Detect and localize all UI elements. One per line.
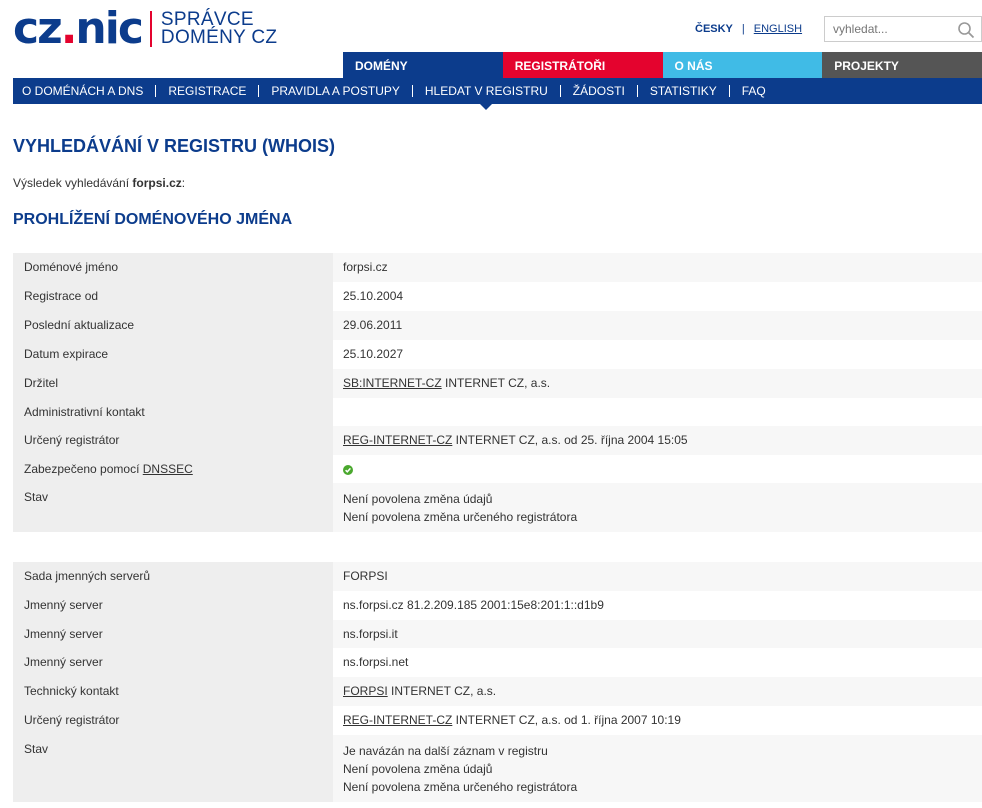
row-label: Jmenný server xyxy=(13,620,333,648)
row-value: ns.forpsi.cz 81.2.209.185 2001:15e8:201:… xyxy=(333,591,982,620)
row-label: Stav xyxy=(13,483,333,532)
logo-text: SPRÁVCE DOMÉNY CZ xyxy=(160,9,278,48)
table-row: Určený registrátor REG-INTERNET-CZ INTER… xyxy=(13,426,982,455)
tech-contact-link[interactable]: FORPSI xyxy=(343,684,388,698)
table-row: Držitel SB:INTERNET-CZ INTERNET CZ, a.s. xyxy=(13,369,982,398)
table-row: Registrace od 25.10.2004 xyxy=(13,282,982,311)
row-value: 25.10.2027 xyxy=(333,340,982,369)
table-row: Stav Je navázán na další záznam v regist… xyxy=(13,735,982,802)
row-value: FORPSI INTERNET CZ, a.s. xyxy=(333,677,982,706)
status-line: Je navázán na další záznam v registru xyxy=(343,744,548,758)
check-circle-icon xyxy=(343,465,353,475)
status-line: Není povolena změna údajů xyxy=(343,762,493,776)
table-row: Technický kontakt FORPSI INTERNET CZ, a.… xyxy=(13,677,982,706)
row-label: Technický kontakt xyxy=(13,677,333,706)
subnav-registrace[interactable]: REGISTRACE xyxy=(155,85,258,97)
tab-o-nas[interactable]: O NÁS xyxy=(662,52,823,78)
table-row: Poslední aktualizace 29.06.2011 xyxy=(13,311,982,340)
row-value xyxy=(333,398,982,426)
row-value: SB:INTERNET-CZ INTERNET CZ, a.s. xyxy=(333,369,982,398)
domain-info-table: Doménové jméno forpsi.cz Registrace od 2… xyxy=(13,253,982,532)
row-label: Poslední aktualizace xyxy=(13,311,333,340)
table-row: Jmenný server ns.forpsi.net xyxy=(13,648,982,677)
search-box xyxy=(824,16,982,42)
row-value: Není povolena změna údajů Není povolena … xyxy=(333,483,982,532)
table-row: Sada jmenných serverů FORPSI xyxy=(13,562,982,591)
search-input[interactable] xyxy=(825,17,950,41)
tab-registratori[interactable]: REGISTRÁTOŘI xyxy=(502,52,663,78)
row-value: Je navázán na další záznam v registru Ne… xyxy=(333,735,982,802)
row-label: Administrativní kontakt xyxy=(13,398,333,426)
logo-separator xyxy=(149,11,152,47)
row-value: 29.06.2011 xyxy=(333,311,982,340)
subnav-hledat-v-registru[interactable]: HLEDAT V REGISTRU xyxy=(411,85,560,110)
table-row: Datum expirace 25.10.2027 xyxy=(13,340,982,369)
row-value xyxy=(333,455,982,483)
row-label: Určený registrátor xyxy=(13,426,333,455)
subnav-statistiky[interactable]: STATISTIKY xyxy=(636,85,729,97)
category-tabs: DOMÉNY REGISTRÁTOŘI O NÁS PROJEKTY xyxy=(343,52,982,78)
table-row: Jmenný server ns.forpsi.it xyxy=(13,620,982,648)
row-label: Sada jmenných serverů xyxy=(13,562,333,591)
row-label: Určený registrátor xyxy=(13,706,333,735)
section-title: PROHLÍŽENÍ DOMÉNOVÉHO JMÉNA xyxy=(13,211,293,228)
row-value: 25.10.2004 xyxy=(333,282,982,311)
row-value: REG-INTERNET-CZ INTERNET CZ, a.s. od 1. … xyxy=(333,706,982,735)
ns-registrar-link[interactable]: REG-INTERNET-CZ xyxy=(343,713,452,727)
search-query: forpsi.cz xyxy=(132,176,182,190)
dnssec-link[interactable]: DNSSEC xyxy=(143,462,193,476)
row-label: Jmenný server xyxy=(13,648,333,677)
registrar-link[interactable]: REG-INTERNET-CZ xyxy=(343,433,452,447)
row-value: ns.forpsi.it xyxy=(333,620,982,648)
subnav-faq[interactable]: FAQ xyxy=(728,85,778,97)
sub-navigation: O DOMÉNÁCH A DNS REGISTRACE PRAVIDLA A P… xyxy=(13,78,982,110)
table-row: Určený registrátor REG-INTERNET-CZ INTER… xyxy=(13,706,982,735)
cznic-logo[interactable]: cz.nic SPRÁVCE DOMÉNY CZ xyxy=(13,3,278,54)
table-row: Stav Není povolena změna údajů Není povo… xyxy=(13,483,982,532)
row-label: Stav xyxy=(13,735,333,802)
status-line: Není povolena změna určeného registrátor… xyxy=(343,780,578,794)
holder-link[interactable]: SB:INTERNET-CZ xyxy=(343,376,442,390)
subnav-zadosti[interactable]: ŽÁDOSTI xyxy=(559,85,637,97)
row-value: REG-INTERNET-CZ INTERNET CZ, a.s. od 25.… xyxy=(333,426,982,455)
row-value: forpsi.cz xyxy=(333,253,982,282)
row-label: Jmenný server xyxy=(13,591,333,620)
language-switch: ČESKY | ENGLISH xyxy=(695,23,802,35)
row-value: FORPSI xyxy=(333,562,982,591)
subnav-o-domenach-a-dns[interactable]: O DOMÉNÁCH A DNS xyxy=(13,85,155,97)
row-label: Doménové jméno xyxy=(13,253,333,282)
row-label: Zabezpečeno pomocí DNSSEC xyxy=(13,455,333,483)
status-line: Není povolena změna údajů xyxy=(343,492,493,506)
status-line: Není povolena změna určeného registrátor… xyxy=(343,510,578,524)
row-label: Registrace od xyxy=(13,282,333,311)
table-row: Administrativní kontakt xyxy=(13,398,982,426)
tab-domeny[interactable]: DOMÉNY xyxy=(343,52,503,78)
lang-english-link[interactable]: ENGLISH xyxy=(754,23,802,35)
table-row: Jmenný server ns.forpsi.cz 81.2.209.185 … xyxy=(13,591,982,620)
search-result-line: Výsledek vyhledávání forpsi.cz: xyxy=(13,176,186,190)
lang-separator: | xyxy=(741,23,745,35)
row-value: ns.forpsi.net xyxy=(333,648,982,677)
row-label: Datum expirace xyxy=(13,340,333,369)
row-label: Držitel xyxy=(13,369,333,398)
search-icon[interactable] xyxy=(957,21,975,39)
lang-czech[interactable]: ČESKY xyxy=(695,23,733,35)
nameserver-table: Sada jmenných serverů FORPSI Jmenný serv… xyxy=(13,562,982,802)
table-row: Doménové jméno forpsi.cz xyxy=(13,253,982,282)
subnav-pravidla-a-postupy[interactable]: PRAVIDLA A POSTUPY xyxy=(258,85,412,97)
page-title: VYHLEDÁVÁNÍ V REGISTRU (WHOIS) xyxy=(13,136,336,156)
table-row: Zabezpečeno pomocí DNSSEC xyxy=(13,455,982,483)
logo-mark: cz.nic xyxy=(13,3,144,54)
tab-projekty[interactable]: PROJEKTY xyxy=(822,52,982,78)
